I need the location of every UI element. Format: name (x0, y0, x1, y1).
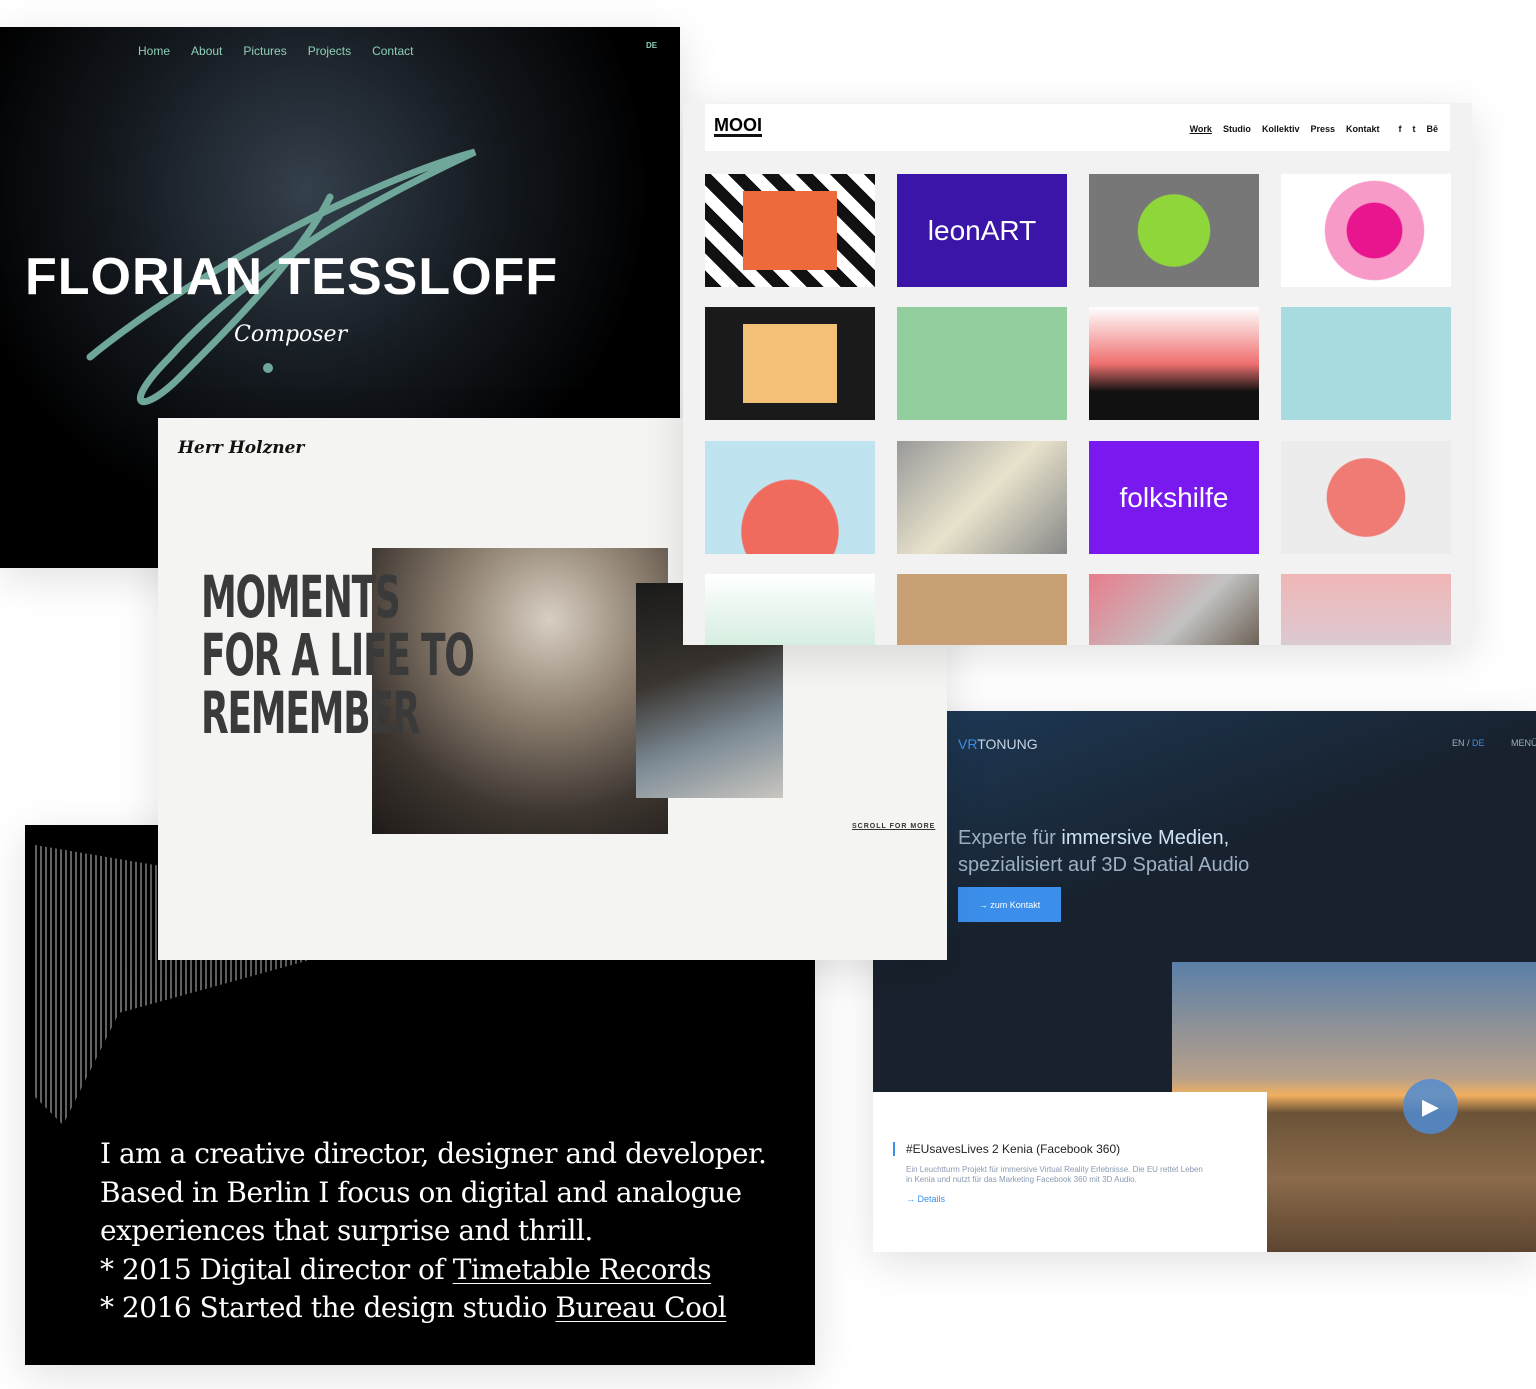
work-tile[interactable] (1089, 307, 1259, 420)
work-tile[interactable]: leonART (897, 174, 1067, 287)
nav-studio[interactable]: Studio (1223, 124, 1251, 134)
work-tile[interactable] (705, 307, 875, 420)
work-tile[interactable] (705, 174, 875, 287)
mooi-site: MOOI Work Studio Kollektiv Press Kontakt… (683, 103, 1472, 645)
work-tile[interactable] (1089, 574, 1259, 645)
work-tile[interactable] (1089, 174, 1259, 287)
logo[interactable]: VRTONUNG (958, 736, 1038, 752)
site-title: FLORIAN TESSLOFF (25, 248, 559, 306)
details-link[interactable]: → Details (906, 1194, 945, 1204)
play-icon[interactable]: ▶ (1403, 1079, 1458, 1134)
work-tile[interactable] (1281, 307, 1451, 420)
nav-home[interactable]: Home (138, 44, 170, 58)
nav-about[interactable]: About (191, 44, 222, 58)
tile-label: leonART (927, 214, 1037, 246)
tile-artwork (743, 323, 837, 404)
bio-line: experiences that surprise and thrill. (100, 1214, 593, 1247)
main-nav: Work Studio Kollektiv Press Kontakt f t … (1190, 124, 1438, 134)
work-tile[interactable]: JUBiLaRTe (1281, 574, 1451, 645)
nav-kontakt[interactable]: Kontakt (1346, 124, 1380, 134)
menu-button[interactable]: MENÜ (1511, 738, 1536, 748)
logo[interactable]: MOOI (714, 116, 762, 137)
tile-artwork (743, 190, 837, 271)
twitter-icon[interactable]: t (1412, 124, 1415, 134)
nav-work[interactable]: Work (1190, 124, 1212, 134)
work-tile[interactable] (897, 441, 1067, 554)
site-subtitle: Composer (234, 322, 348, 347)
work-tile[interactable] (705, 441, 875, 554)
logo[interactable]: Herr Holzner (178, 438, 304, 458)
behance-icon[interactable]: Bē (1426, 124, 1438, 134)
work-tile[interactable]: folkshilfe (1089, 441, 1259, 554)
main-nav: Home About Pictures Projects Contact (138, 44, 413, 58)
project-title: #EUsavesLives 2 Kenia (Facebook 360) (893, 1142, 1120, 1156)
nav-press[interactable]: Press (1310, 124, 1335, 134)
work-tile[interactable] (1281, 174, 1451, 287)
work-tile[interactable]: gabriela hasbun (705, 574, 875, 645)
language-switch[interactable]: EN / DE (1452, 738, 1485, 748)
scroll-link[interactable]: SCROLL FOR MORE (852, 823, 935, 830)
bio-line: I am a creative director, designer and d… (100, 1137, 767, 1170)
bio-item: * 2016 Started the design studio (100, 1291, 556, 1324)
work-tile[interactable] (1281, 441, 1451, 554)
project-card: #EUsavesLives 2 Kenia (Facebook 360) Ein… (873, 1092, 1267, 1252)
bio-text: I am a creative director, designer and d… (100, 1135, 767, 1328)
facebook-icon[interactable]: f (1398, 124, 1401, 134)
tile-label: folkshilfe (1119, 481, 1229, 513)
headline: MOMENTS FOR A LIFE TO REMEMBER (201, 563, 475, 747)
project-description: Ein Leuchtturm Projekt für immersive Vir… (906, 1165, 1203, 1184)
language-switch[interactable]: DE (646, 41, 657, 50)
bureau-cool-link[interactable]: Bureau Cool (555, 1291, 726, 1324)
bio-line: Based in Berlin I focus on digital and a… (100, 1175, 742, 1209)
work-tile[interactable]: pühringer. (897, 574, 1067, 645)
nav-projects[interactable]: Projects (308, 44, 351, 58)
header: MOOI Work Studio Kollektiv Press Kontakt… (705, 104, 1450, 151)
work-tile[interactable] (897, 307, 1067, 420)
contact-button[interactable]: → zum Kontakt (958, 887, 1061, 922)
vrtonung-site: VRTONUNG EN / DE MENÜ Experte für immers… (873, 711, 1536, 1252)
timetable-records-link[interactable]: Timetable Records (453, 1253, 712, 1286)
nav-pictures[interactable]: Pictures (243, 44, 286, 58)
nav-kollektiv[interactable]: Kollektiv (1262, 124, 1300, 134)
bio-item: * 2015 Digital director of (100, 1252, 453, 1286)
nav-contact[interactable]: Contact (372, 44, 413, 58)
headline: Experte für immersive Medien, spezialisi… (958, 827, 1250, 876)
